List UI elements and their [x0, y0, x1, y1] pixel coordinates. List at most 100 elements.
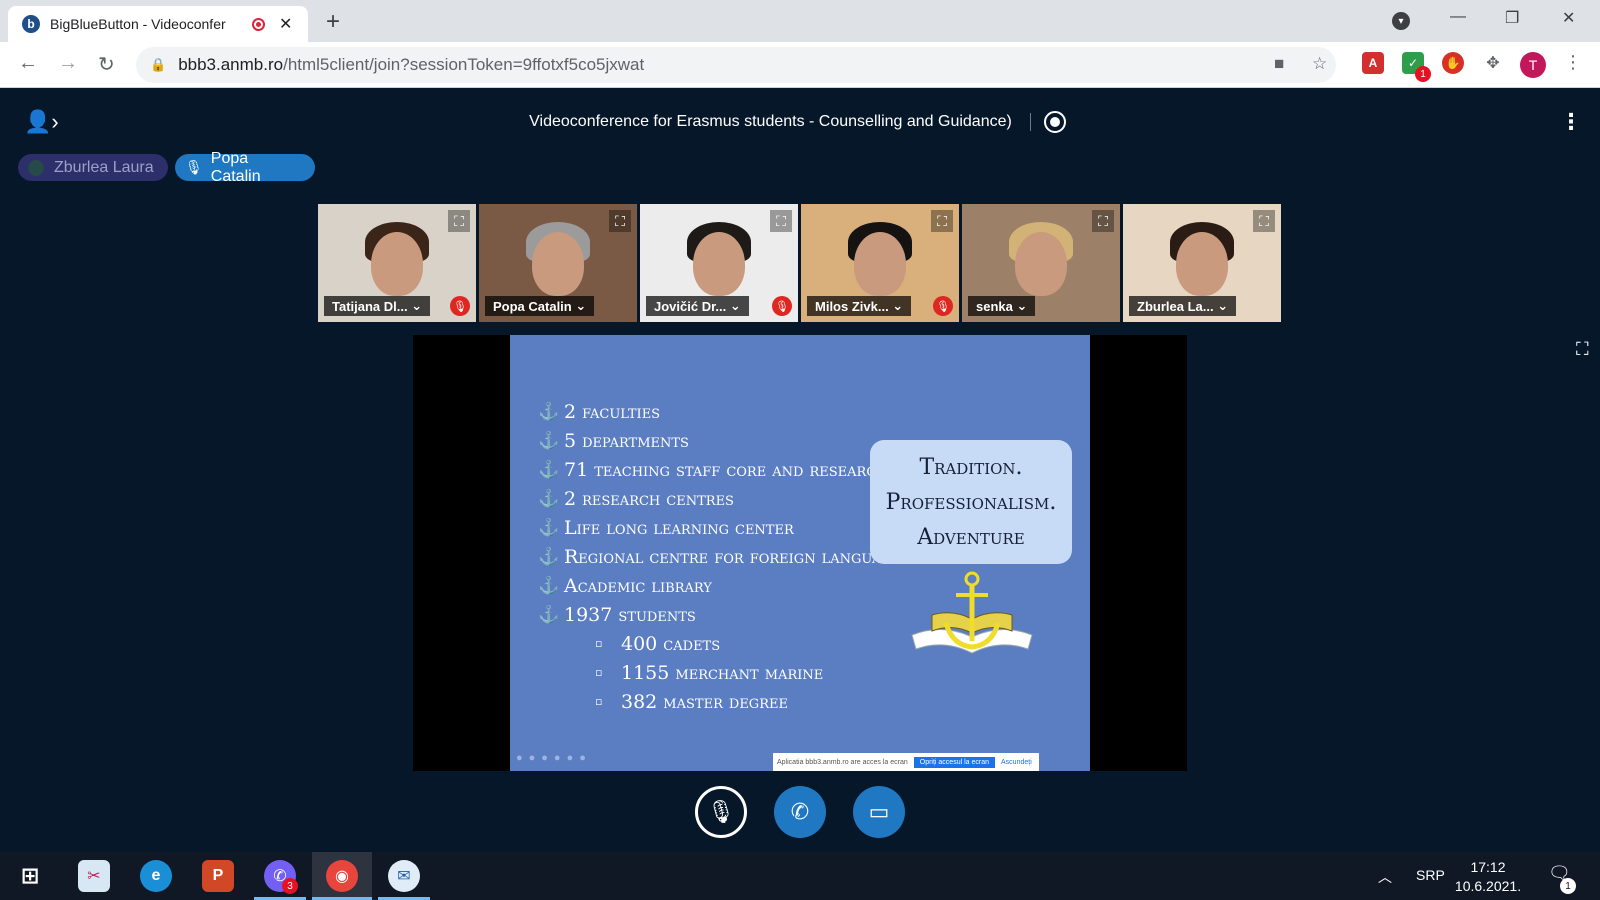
fullscreen-icon[interactable]: ⛶ — [931, 210, 953, 232]
bigbluebutton-favicon-icon: b — [22, 15, 40, 33]
address-bar[interactable]: 🔒 bbb3.anmb.ro/html5client/join?sessionT… — [136, 47, 1336, 83]
minimize-icon[interactable]: — — [1450, 8, 1466, 26]
slide-bullet: ⚓ 5 departments — [538, 426, 916, 455]
anchor-bullet-icon: ⚓ — [538, 459, 560, 480]
participant-face — [532, 232, 584, 296]
windows-start-icon[interactable]: ⊞ — [14, 860, 46, 892]
options-menu-icon[interactable]: ⋮ — [1560, 109, 1582, 135]
webcam-user-label[interactable]: senka ⌄ — [968, 296, 1036, 316]
meeting-title: Videoconference for Erasmus students - C… — [529, 113, 1012, 131]
webcam-user-label[interactable]: Milos Zivk... ⌄ — [807, 296, 912, 316]
url-host: bbb3.anmb.ro — [178, 55, 284, 74]
thunderbird-icon[interactable]: ✉ — [388, 860, 420, 892]
input-language[interactable]: SRP — [1416, 867, 1445, 883]
anchor-bullet-icon: ⚓ — [538, 575, 560, 596]
edge-browser-icon[interactable]: e — [140, 860, 172, 892]
new-tab-button[interactable]: + — [326, 8, 340, 36]
webcam-user-label[interactable]: Popa Catalin ⌄ — [485, 296, 595, 316]
stop-sharing-button[interactable]: Opriți accesul la ecran — [913, 756, 996, 768]
clock-time: 17:12 — [1470, 859, 1506, 875]
presentation-slide: ⚓ 2 faculties ⚓ 5 departments ⚓ 71 teaching s… — [510, 335, 1090, 771]
fullscreen-icon[interactable]: ⛶ — [770, 210, 792, 232]
webcam-tile[interactable]: ⛶ Zburlea La... ⌄ — [1123, 204, 1281, 322]
square-bullet-icon: ▫ — [595, 637, 603, 650]
tab-search-icon[interactable]: ▾ — [1392, 12, 1410, 30]
pdf-extension-icon[interactable]: A — [1362, 52, 1384, 74]
slide-bullet: ⚓ 71 teaching staff core and researchers — [538, 455, 916, 484]
talker-name: Zburlea Laura — [54, 158, 154, 176]
webcam-tile[interactable]: ⛶ Popa Catalin ⌄ — [479, 204, 637, 322]
bullet-text: 382 master degree — [621, 690, 788, 713]
webcam-tile[interactable]: ⛶ Milos Zivk... ⌄ 🎙 — [801, 204, 959, 322]
tab-title: BigBlueButton - Videoconfer — [50, 16, 226, 32]
tab-close-icon[interactable]: ✕ — [279, 14, 292, 34]
share-webcam-button[interactable]: ▭ — [853, 786, 905, 838]
recording-status-icon[interactable] — [1044, 111, 1066, 133]
talking-indicator-popa[interactable]: 🎙 Popa Catalin — [175, 150, 315, 185]
muted-status-icon — [28, 159, 44, 176]
forward-arrow-icon[interactable]: → — [58, 52, 78, 75]
webcam-user-label[interactable]: Jovičić Dr... ⌄ — [646, 296, 749, 316]
participant-face — [1176, 232, 1228, 296]
leave-audio-button[interactable]: ✆ — [774, 786, 826, 838]
participant-face — [371, 232, 423, 296]
lock-icon: 🔒 — [150, 57, 167, 72]
clock-date: 10.6.2021. — [1454, 878, 1522, 894]
title-divider — [1029, 113, 1031, 131]
browser-menu-icon[interactable]: ⋮ — [1564, 52, 1582, 73]
show-hidden-icons-chevron-icon[interactable]: ︿ — [1378, 867, 1392, 887]
url-path: /html5client/join?sessionToken=9ffotxf5c… — [283, 55, 645, 74]
participant-face — [693, 232, 745, 296]
anchor-bullet-icon: ⚓ — [538, 546, 560, 567]
bullet-text: 2 faculties — [564, 400, 661, 423]
hide-notice-link[interactable]: Ascundeți — [1001, 759, 1032, 766]
webcam-tile[interactable]: ⛶ Jovičić Dr... ⌄ 🎙 — [640, 204, 798, 322]
webcam-user-name: Tatijana Dl... — [332, 298, 408, 314]
restore-icon[interactable]: ❐ — [1505, 8, 1519, 28]
talking-indicator-zburlea[interactable]: Zburlea Laura — [18, 154, 168, 181]
slide-motto-box: Tradition. Professionalism. Adventure — [870, 440, 1072, 564]
anchor-bullet-icon: ⚓ — [538, 401, 560, 422]
webcam-user-label[interactable]: Tatijana Dl... ⌄ — [324, 296, 431, 316]
fullscreen-icon[interactable]: ⛶ — [1253, 210, 1275, 232]
webcam-tile[interactable]: ⛶ senka ⌄ — [962, 204, 1120, 322]
muted-microphone-icon: 🎙 — [933, 296, 953, 316]
square-bullet-icon: ▫ — [595, 666, 603, 679]
camera-in-use-icon[interactable]: ■ — [1274, 54, 1284, 74]
anchor-bullet-icon: ⚓ — [538, 488, 560, 509]
muted-microphone-icon: 🎙 — [450, 296, 470, 316]
fullscreen-icon[interactable]: ⛶ — [609, 210, 631, 232]
powerpoint-icon[interactable]: P — [202, 860, 234, 892]
naval-academy-emblem-icon — [911, 571, 1033, 654]
bookmark-star-icon[interactable]: ☆ — [1312, 54, 1327, 74]
browser-tab[interactable]: b BigBlueButton - Videoconfer ✕ — [8, 6, 308, 42]
muted-microphone-icon: 🎙 — [707, 799, 735, 824]
bullet-text: 1155 merchant marine — [621, 661, 824, 684]
system-clock[interactable]: 17:12 10.6.2021. — [1448, 858, 1528, 896]
chrome-icon[interactable]: ◉ — [326, 860, 358, 892]
mute-microphone-button[interactable]: 🎙 — [695, 786, 747, 838]
fullscreen-icon[interactable]: ⛶ — [448, 210, 470, 232]
profile-avatar[interactable]: T — [1520, 52, 1546, 78]
browser-tab-strip: b BigBlueButton - Videoconfer ✕ + ▾ — ❐ … — [0, 0, 1600, 42]
notifications-badge: 1 — [1560, 878, 1576, 894]
extensions-puzzle-icon[interactable]: ✥ — [1482, 52, 1504, 74]
participant-face — [1015, 232, 1067, 296]
back-arrow-icon[interactable]: ← — [18, 52, 38, 75]
motto-line: Tradition. — [919, 454, 1023, 480]
webcam-user-name: Popa Catalin — [493, 298, 572, 314]
adblock-extension-icon[interactable]: ✋ — [1442, 52, 1464, 74]
slide-controls-icon[interactable]: ●●●●●● — [516, 752, 592, 764]
bullet-text: 1937 students — [564, 603, 696, 626]
snipping-tool-icon[interactable]: ✂ — [78, 860, 110, 892]
browser-toolbar: ← → ↻ 🔒 bbb3.anmb.ro/html5client/join?se… — [0, 42, 1600, 88]
window-close-icon[interactable]: ✕ — [1562, 8, 1575, 28]
fullscreen-icon[interactable]: ⛶ — [1092, 210, 1114, 232]
recording-indicator-icon — [252, 17, 265, 31]
presentation-fullscreen-icon[interactable]: ⛶ — [1576, 339, 1589, 360]
webcam-user-label[interactable]: Zburlea La... ⌄ — [1129, 296, 1237, 316]
slide-bullet: ⚓ 2 faculties — [538, 397, 916, 426]
slide-sub-bullet: ▫ 382 master degree — [538, 687, 916, 716]
webcam-tile[interactable]: ⛶ Tatijana Dl... ⌄ 🎙 — [318, 204, 476, 322]
reload-icon[interactable]: ↻ — [98, 52, 115, 77]
